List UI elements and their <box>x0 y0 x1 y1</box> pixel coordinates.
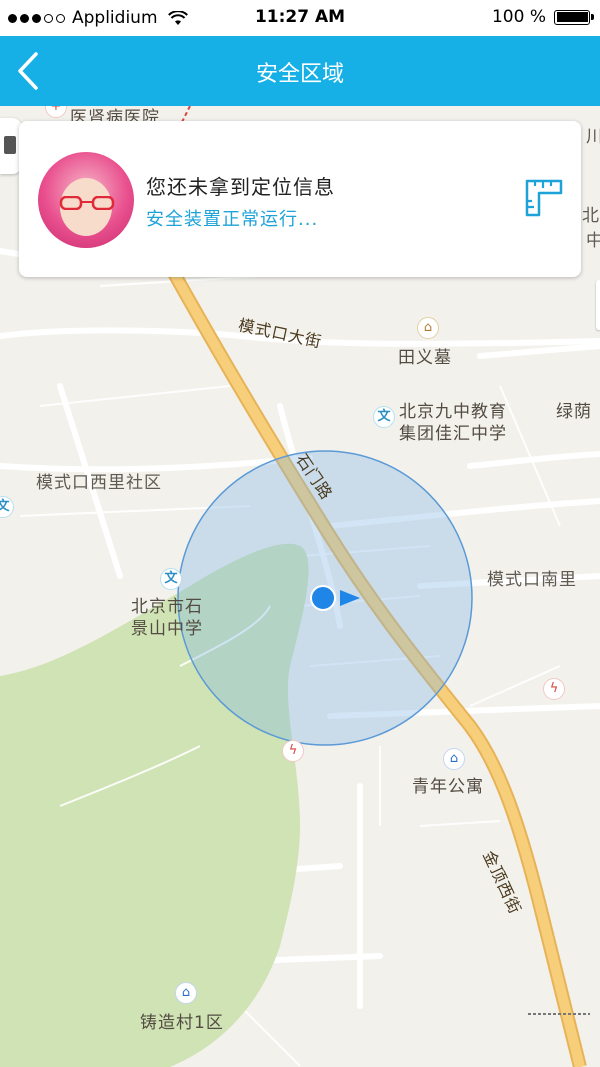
device-status-card: 您还未拿到定位信息 安全装置正常运行... <box>19 121 581 277</box>
status-right: 100 % <box>491 7 594 27</box>
map-label-tianyi-tomb: 田义墓 <box>398 348 452 368</box>
avatar[interactable] <box>38 152 134 248</box>
map-label-qingnian: 青年公寓 <box>412 777 484 797</box>
device-status-text: 安全装置正常运行... <box>146 209 319 230</box>
charging-icon: ϟ <box>543 678 565 700</box>
apartment-icon: ⌂ <box>443 748 465 770</box>
charging-icon: ϟ <box>282 740 304 762</box>
map-label-lvyin: 绿荫 <box>556 402 592 422</box>
battery-icon <box>554 9 594 25</box>
nav-bar: 安全区域 <box>0 36 600 106</box>
map-label-jingshan-2: 景山中学 <box>131 619 203 639</box>
ruler-icon[interactable] <box>523 177 565 219</box>
map-label-edge-bei-1: 北 <box>582 206 600 226</box>
status-bar: Applidium 11:27 AM 100 % <box>0 0 600 36</box>
map-scale-icon <box>528 1013 590 1015</box>
map-side-handle[interactable] <box>596 280 600 330</box>
map-label-zhuzaocun: 铸造村1区 <box>140 1013 224 1033</box>
location-message: 您还未拿到定位信息 <box>146 175 335 199</box>
layers-icon <box>4 136 16 154</box>
map-label-moshikou-nanli: 模式口南里 <box>487 570 577 590</box>
glasses-icon <box>59 196 115 210</box>
map-label-jiuzhong-2: 集团佳汇中学 <box>399 424 507 444</box>
school-icon: 文 <box>160 568 182 590</box>
location-marker-icon <box>310 585 336 611</box>
map-label-moshikou-xili: 模式口西里社区 <box>36 473 162 493</box>
apartment-icon: ⌂ <box>175 982 197 1004</box>
battery-percent: 100 % <box>491 7 546 27</box>
school-icon: 文 <box>373 406 395 428</box>
map-label-edge-zhong: 中 <box>586 231 600 251</box>
page-title: 安全区域 <box>255 62 344 87</box>
tomb-icon: ⌂ <box>417 317 439 339</box>
map-label-edge-chuan: 川 <box>586 127 600 147</box>
